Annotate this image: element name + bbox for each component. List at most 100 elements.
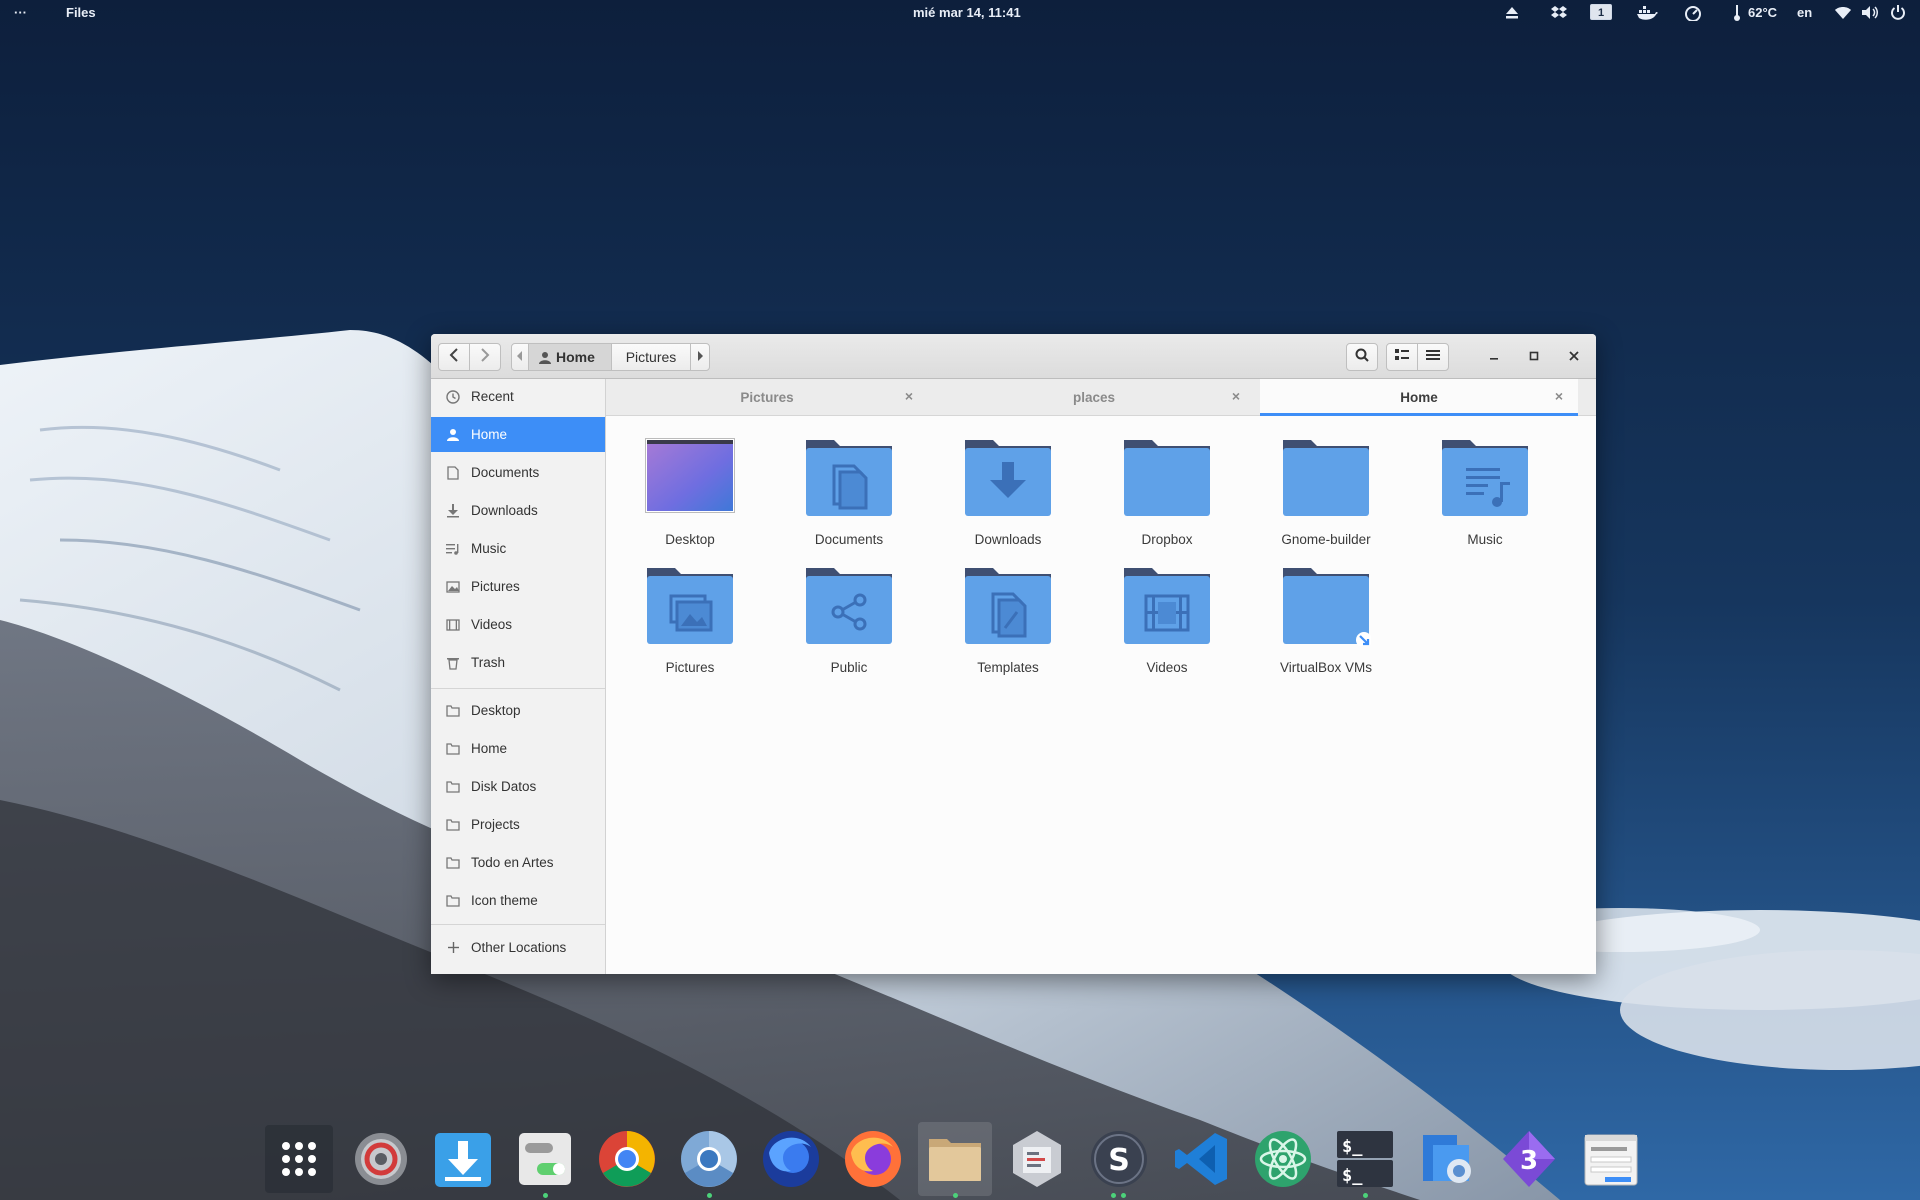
file-item-desktop[interactable]: Desktop: [620, 438, 760, 558]
folder-templates-icon: [963, 566, 1053, 646]
close-button[interactable]: [1563, 346, 1585, 368]
path-button-home[interactable]: Home: [528, 343, 612, 371]
file-name: Dropbox: [1141, 532, 1193, 547]
dock-downloader[interactable]: [426, 1122, 500, 1196]
view-mode-button[interactable]: [1386, 343, 1418, 371]
workspace-indicator[interactable]: 1: [1590, 4, 1612, 20]
sidebar-bookmark-disk-datos[interactable]: Disk Datos: [431, 769, 605, 804]
file-name: Desktop: [665, 532, 715, 547]
home-icon: [445, 427, 461, 443]
minimize-button[interactable]: [1483, 346, 1505, 368]
dock-atom[interactable]: [1246, 1122, 1320, 1196]
maximize-icon: [1529, 348, 1539, 366]
file-item-videos[interactable]: Videos: [1097, 566, 1237, 686]
running-indicator: [1363, 1193, 1368, 1198]
docker-icon[interactable]: [1636, 5, 1658, 21]
sidebar-item-trash[interactable]: Trash: [431, 645, 605, 680]
dock-screenshot[interactable]: [1410, 1122, 1484, 1196]
download-app-icon: [431, 1127, 495, 1191]
file-name: Videos: [1146, 660, 1188, 675]
dock-sublime-merge[interactable]: S: [1082, 1122, 1156, 1198]
sidebar-item-pictures[interactable]: Pictures: [431, 569, 605, 604]
close-icon[interactable]: ×: [1552, 388, 1566, 404]
file-name: Gnome-builder: [1281, 532, 1371, 547]
dock-tweaks[interactable]: [508, 1122, 582, 1198]
file-item-public[interactable]: Public: [779, 566, 919, 686]
eject-icon[interactable]: [1505, 6, 1519, 20]
dock-vscode[interactable]: [1164, 1122, 1238, 1196]
list-view-icon: [1395, 348, 1409, 366]
menu-button[interactable]: [1417, 343, 1449, 371]
desktop-thumbnail-icon: [645, 438, 735, 518]
volume-icon[interactable]: [1861, 5, 1879, 21]
tab-places[interactable]: places ×: [933, 379, 1255, 415]
close-icon[interactable]: ×: [902, 388, 916, 404]
svg-text:$_: $_: [1342, 1137, 1363, 1157]
trash-icon: [445, 655, 461, 671]
dock-glade[interactable]: [1574, 1122, 1648, 1196]
tab-label: Pictures: [740, 389, 794, 405]
sidebar-item-downloads[interactable]: Downloads: [431, 493, 605, 528]
folder-icon: [445, 893, 461, 909]
firefox-nightly-icon: [759, 1127, 823, 1191]
dropbox-icon[interactable]: [1550, 5, 1568, 21]
file-item-downloads[interactable]: Downloads: [938, 438, 1078, 558]
svg-text:$_: $_: [1342, 1166, 1363, 1186]
dock-settings[interactable]: [344, 1122, 418, 1196]
sidebar-item-documents[interactable]: Documents: [431, 455, 605, 490]
dock-firefox-nightly[interactable]: [754, 1122, 828, 1196]
file-item-documents[interactable]: Documents: [779, 438, 919, 558]
sidebar-bookmark-todo-en-artes[interactable]: Todo en Artes: [431, 845, 605, 880]
dock-app-grid[interactable]: [262, 1122, 336, 1196]
file-item-pictures[interactable]: Pictures: [620, 566, 760, 686]
sidebar-item-music[interactable]: Music: [431, 531, 605, 566]
close-icon[interactable]: ×: [1229, 388, 1243, 404]
dock-gnome-builder[interactable]: [1000, 1122, 1074, 1196]
back-button[interactable]: [438, 343, 470, 371]
file-item-virtualbox-vms[interactable]: VirtualBox VMs: [1256, 566, 1396, 686]
sidebar-item-label: Pictures: [471, 579, 520, 594]
close-icon: [1569, 348, 1579, 366]
system-monitor-icon[interactable]: [1684, 5, 1702, 21]
path-button-pictures[interactable]: Pictures: [611, 343, 691, 371]
sidebar-item-home[interactable]: Home: [431, 417, 605, 452]
path-scroll-right-button[interactable]: [690, 343, 710, 371]
maximize-button[interactable]: [1523, 346, 1545, 368]
sidebar-item-videos[interactable]: Videos: [431, 607, 605, 642]
dock-terminal[interactable]: $_ $_: [1328, 1122, 1402, 1198]
clock[interactable]: mié mar 14, 11:41: [913, 0, 1021, 25]
sidebar-bookmark-projects[interactable]: Projects: [431, 807, 605, 842]
sidebar-item-label: Recent: [471, 389, 514, 404]
app-menu-label[interactable]: Files: [66, 0, 96, 25]
sidebar-bookmark-icon-theme[interactable]: Icon theme: [431, 883, 605, 918]
dock-firefox[interactable]: [836, 1122, 910, 1196]
temperature-readout[interactable]: 62°C: [1748, 0, 1777, 25]
file-name: Downloads: [974, 532, 1042, 547]
dock-blender-3[interactable]: 3: [1492, 1122, 1566, 1196]
running-indicator: [543, 1193, 548, 1198]
dock-chrome[interactable]: [590, 1122, 664, 1196]
file-item-music[interactable]: Music: [1415, 438, 1555, 558]
power-icon[interactable]: [1890, 4, 1906, 21]
activities-dots[interactable]: ···: [14, 0, 27, 25]
three-icon: 3: [1497, 1127, 1561, 1191]
tab-bar: Pictures × places × Home ×: [606, 379, 1596, 416]
sidebar-item-recent[interactable]: Recent: [431, 379, 605, 414]
tab-home[interactable]: Home ×: [1260, 379, 1578, 416]
file-item-gnome-builder[interactable]: Gnome-builder: [1256, 438, 1396, 558]
file-item-templates[interactable]: Templates: [938, 566, 1078, 686]
tab-pictures[interactable]: Pictures ×: [606, 379, 928, 415]
search-button[interactable]: [1346, 343, 1378, 371]
sidebar-bookmark-desktop[interactable]: Desktop: [431, 693, 605, 728]
folder-public-icon: [804, 566, 894, 646]
path-scroll-left-button[interactable]: [511, 343, 529, 371]
wifi-icon[interactable]: [1834, 5, 1852, 21]
sidebar-other-locations[interactable]: Other Locations: [431, 930, 605, 965]
dock-files[interactable]: [918, 1122, 992, 1198]
keyboard-layout[interactable]: en: [1797, 0, 1812, 25]
file-item-dropbox[interactable]: Dropbox: [1097, 438, 1237, 558]
places-sidebar: Recent Home Documents Downloads Music Pi…: [431, 379, 606, 974]
sidebar-bookmark-home[interactable]: Home: [431, 731, 605, 766]
forward-button[interactable]: [469, 343, 501, 371]
dock-chromium[interactable]: [672, 1122, 746, 1198]
